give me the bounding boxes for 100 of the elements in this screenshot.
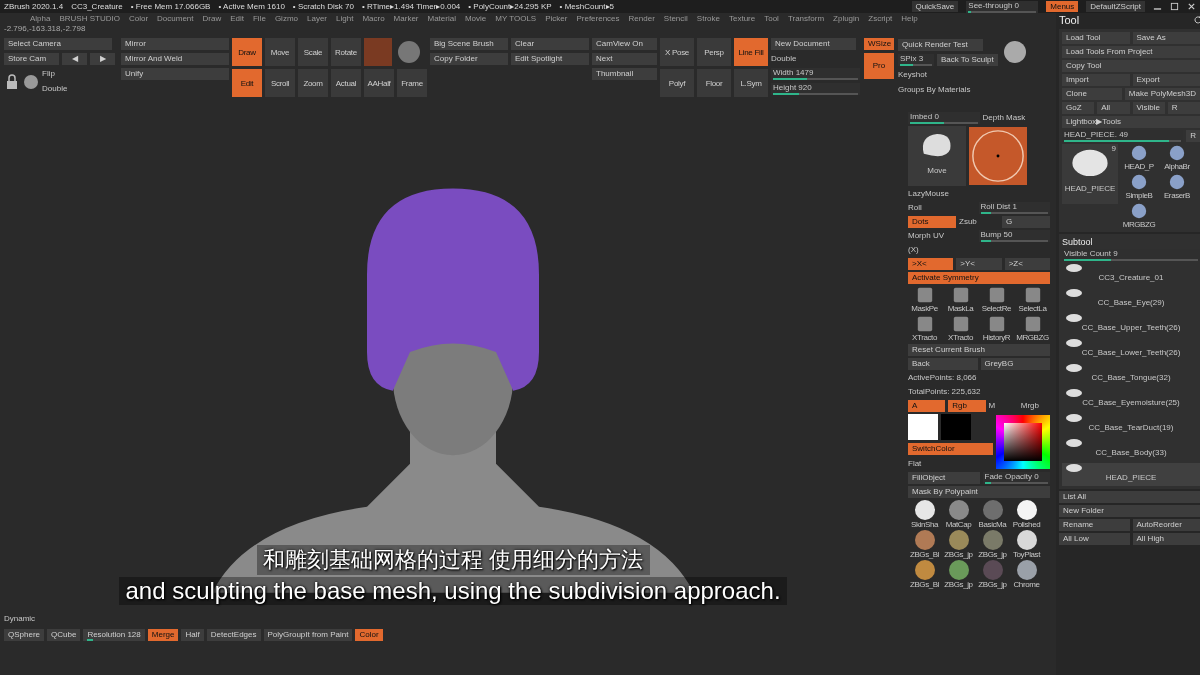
panel-slider[interactable]: Imbed 0 [908,112,980,124]
menu-item[interactable]: Transform [787,14,825,23]
material-thumbnail[interactable]: MatCap [942,500,975,529]
menu-item[interactable]: Texture [728,14,756,23]
view-tool-button[interactable]: L.Sym [734,69,768,97]
material-thumbnail[interactable]: ToyPlast [1010,530,1043,559]
menu-item[interactable]: File [253,14,266,23]
panel-slider[interactable]: Bump 50 [978,230,1050,242]
tool-mode-button[interactable]: Edit [232,69,262,97]
view-tool-button[interactable]: X Pose [660,38,694,66]
bottom-button[interactable]: Color [355,629,383,641]
subtool-thumbnail[interactable] [1064,388,1084,398]
tool-thumbnail[interactable]: AlphaBr [1159,144,1195,171]
subtool-name[interactable]: CC_Base_Body(33) [1095,448,1167,457]
next-button[interactable]: ▶ [90,53,115,65]
menu-item[interactable]: Help [901,14,918,23]
spix-slider[interactable]: SPix 3 [898,53,934,66]
subtool-item[interactable]: CC_Base_Tongue(32) [1062,363,1200,386]
scene-button[interactable]: Big Scene Brush [430,38,508,50]
subtool-name[interactable]: CC_Base_Eye(29) [1097,298,1165,307]
view-tool-button[interactable]: Polyf [660,69,694,97]
tool-button[interactable]: Load Tool [1062,32,1130,44]
refresh-icon[interactable] [1193,15,1200,25]
subtool-thumbnail[interactable] [1064,463,1084,473]
tool-thumbnail[interactable]: HEAD_P [1121,144,1157,171]
menu-item[interactable]: Edit [230,14,244,23]
panel-button[interactable]: G [1002,216,1050,228]
subtool-action-button[interactable]: New Folder [1059,505,1200,517]
subtool-item[interactable]: CC_Base_Body(33) [1062,438,1200,461]
back-to-sculpt-button[interactable]: Back To Sculpt [937,53,998,66]
switch-color-button[interactable]: SwitchColor [908,443,993,455]
material-thumbnail[interactable]: ZBGs_Bl [908,560,941,589]
subtool-item[interactable]: CC_Base_TearDuct(19) [1062,413,1200,436]
material-thumbnail[interactable]: BasicMa [976,500,1009,529]
bottom-button[interactable]: Merge [147,629,179,641]
tool-mode-button[interactable]: Rotate [331,38,361,66]
subtool-name[interactable]: CC_Base_Eyemoisture(25) [1082,398,1180,407]
tool-button[interactable]: Load Tools From Project [1062,46,1200,58]
store-cam-button[interactable]: Store Cam [4,53,59,65]
material-thumbnail[interactable]: ZBGs_jp [976,530,1009,559]
pro-button[interactable]: Pro [864,53,894,79]
menu-item[interactable]: Picker [545,14,568,23]
tool-mode-button[interactable]: Move [265,38,295,66]
subtool-name[interactable]: HEAD_PIECE [1105,473,1157,482]
tool-mode-button[interactable]: Zoom [298,69,328,97]
main-color-swatch[interactable] [908,414,938,440]
subtool-thumbnail[interactable] [1064,288,1084,298]
subtool-action-button[interactable]: All High [1132,533,1200,545]
menu-item[interactable]: Material [427,14,456,23]
new-document-button[interactable]: New Document [771,38,856,50]
brush-preview-card[interactable]: Move [908,126,966,186]
bottom-button[interactable]: PolyGroupIt from Paint [263,629,353,641]
tool-mode-button[interactable]: Scroll [265,69,295,97]
quick-render-button[interactable]: Quick Render Test [898,38,983,51]
menu-item[interactable]: Tool [764,14,779,23]
bottom-button[interactable]: Resolution 128 [83,629,145,641]
tool-button[interactable]: Export [1132,74,1200,86]
subtool-thumbnail[interactable] [1064,438,1084,448]
lock-icon[interactable] [4,73,20,90]
menu-item[interactable]: Macro [362,14,385,23]
panel-button[interactable]: FillObject [908,472,980,484]
subtool-item[interactable]: CC_Base_Eye(29) [1062,288,1200,311]
subtool-name[interactable]: CC_Base_Tongue(32) [1091,373,1171,382]
panel-slider[interactable]: Fade Opacity 0 [982,472,1050,484]
tool-button[interactable]: GoZ [1062,102,1095,114]
menu-item[interactable]: Color [128,14,149,23]
menu-item[interactable]: Marker [393,14,419,23]
scene-button[interactable]: Clear [511,38,589,50]
material-thumbnail[interactable]: Chrome [1010,560,1043,589]
tool-button[interactable]: Import [1062,74,1130,86]
secondary-color-swatch[interactable] [941,414,971,440]
subtool-item[interactable]: CC_Base_Eyemoisture(25) [1062,388,1200,411]
sphere-icon[interactable] [23,73,39,90]
panel-button[interactable]: Rgb [948,400,986,412]
maximize-icon[interactable] [1170,2,1179,11]
subtool-thumbnail[interactable] [1064,263,1084,273]
current-tool-slider[interactable]: HEAD_PIECE. 49 [1062,130,1184,142]
select-camera-button[interactable]: Select Camera [4,38,112,50]
mirror-option-button[interactable]: Unify [121,68,229,80]
panel-button[interactable]: Reset Current Brush [908,344,1050,356]
menu-item[interactable]: MY TOOLS [495,14,537,23]
tool-mode-button[interactable]: Frame [397,69,427,97]
view-tool-button[interactable]: Line Fill [734,38,768,66]
material-thumbnail[interactable]: ZBGs_jp [942,560,975,589]
subtool-name[interactable]: CC_Base_Upper_Teeth(26) [1081,323,1181,332]
zscript-button[interactable]: DefaultZScript [1086,1,1145,12]
dynamic-label[interactable]: Dynamic [4,613,1052,625]
subtool-thumbnail[interactable] [1064,338,1084,348]
close-icon[interactable] [1187,2,1196,11]
bottom-button[interactable]: Half [181,629,204,641]
depth-mask-drawing[interactable] [969,127,1027,185]
tool-button[interactable]: Lightbox▶Tools [1062,116,1200,128]
panel-button[interactable]: A [908,400,946,412]
tool-thumbnail[interactable]: EraserB [1159,173,1195,200]
viewport[interactable]: 和雕刻基础网格的过程 使用细分的方法 and sculpting the base mesh, using the subdivision approach. [0,110,906,609]
menu-item[interactable]: Layer [307,14,327,23]
panel-button[interactable]: Mask By Polypaint [908,486,1050,498]
menu-item[interactable]: BRUSH STUDIO [59,14,120,23]
menu-item[interactable]: Zplugin [833,14,860,23]
color-picker[interactable] [996,415,1050,469]
